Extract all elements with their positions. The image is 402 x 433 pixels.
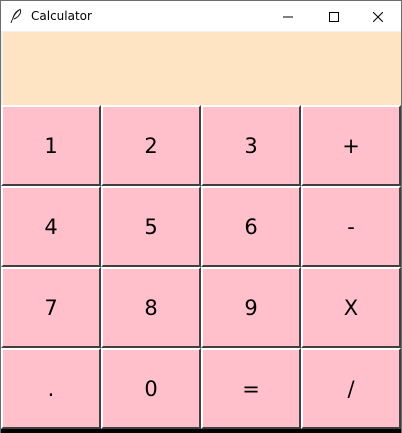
minimize-button[interactable] <box>265 1 311 31</box>
key-4[interactable]: 4 <box>1 186 101 267</box>
keypad: 1 2 3 + 4 5 6 - 7 8 9 X . 0 = / <box>1 105 401 433</box>
key-9[interactable]: 9 <box>201 267 301 348</box>
calculator-window: Calculator 1 2 3 + 4 5 6 - 7 8 9 X . 0 =… <box>0 0 402 433</box>
close-icon <box>372 7 384 26</box>
key-0[interactable]: 0 <box>101 348 201 429</box>
key-plus[interactable]: + <box>301 105 401 186</box>
key-7[interactable]: 7 <box>1 267 101 348</box>
key-decimal[interactable]: . <box>1 348 101 429</box>
window-title: Calculator <box>31 9 92 23</box>
key-8[interactable]: 8 <box>101 267 201 348</box>
close-button[interactable] <box>355 1 401 31</box>
key-2[interactable]: 2 <box>101 105 201 186</box>
feather-icon <box>9 8 23 24</box>
minimize-icon <box>283 7 293 26</box>
maximize-icon <box>329 7 339 26</box>
key-6[interactable]: 6 <box>201 186 301 267</box>
title-bar[interactable]: Calculator <box>1 1 401 31</box>
key-multiply[interactable]: X <box>301 267 401 348</box>
key-equals[interactable]: = <box>201 348 301 429</box>
maximize-button[interactable] <box>311 1 357 31</box>
display-field[interactable] <box>3 32 401 105</box>
key-5[interactable]: 5 <box>101 186 201 267</box>
key-3[interactable]: 3 <box>201 105 301 186</box>
key-minus[interactable]: - <box>301 186 401 267</box>
key-1[interactable]: 1 <box>1 105 101 186</box>
key-divide[interactable]: / <box>301 348 401 429</box>
